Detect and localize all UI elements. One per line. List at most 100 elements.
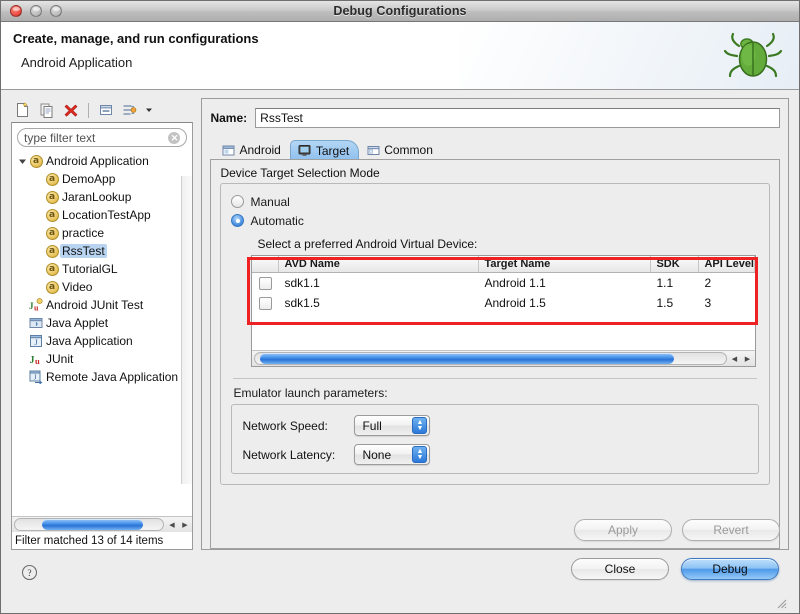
name-input[interactable]: RssTest <box>255 108 780 128</box>
tab-common[interactable]: Common <box>359 140 442 160</box>
resize-grip-icon[interactable] <box>773 595 787 612</box>
network-latency-stepper-icon[interactable]: ▲ ▼ <box>412 446 428 463</box>
avd-row-checkbox[interactable] <box>259 296 273 310</box>
zoom-button[interactable] <box>50 5 62 17</box>
avd-table-body: sdk1.1 Android 1.1 1.1 2 sdk1.5 Android 1.5 1.… <box>252 273 755 350</box>
tree-item-label: JaranLookup <box>62 190 132 204</box>
avd-table-header: AVD Name Target Name SDK API Level <box>252 256 755 273</box>
avd-col-sdk[interactable]: SDK <box>651 256 700 272</box>
tree-item[interactable]: a practice <box>12 224 192 242</box>
new-launch-configuration-button[interactable] <box>13 100 33 120</box>
revert-button[interactable]: Revert <box>682 519 780 541</box>
network-speed-stepper-icon[interactable]: ▲ ▼ <box>412 417 428 434</box>
tab-android-label: Android <box>239 143 281 157</box>
name-input-value: RssTest <box>260 111 303 125</box>
avd-row-avd-name: sdk1.5 <box>284 296 320 310</box>
tree-item[interactable]: J Remote Java Application <box>12 368 192 386</box>
radio-manual-indicator[interactable] <box>231 195 245 208</box>
network-latency-select[interactable]: None ▲ ▼ <box>354 444 431 465</box>
tree-horizontal-scrollbar[interactable]: ◀ ▶ <box>12 516 193 532</box>
footer-buttons: Close Debug <box>571 558 779 580</box>
help-question-icon[interactable]: ? <box>21 564 38 584</box>
avd-row-checkbox[interactable] <box>259 276 273 290</box>
tree-hscroll-track[interactable] <box>14 518 165 531</box>
android-icon: a <box>45 226 59 240</box>
android-icon: a <box>45 244 59 258</box>
tree-item[interactable]: a TutorialGL <box>12 260 192 278</box>
page-title: Create, manage, and run configurations <box>13 31 259 46</box>
network-speed-select[interactable]: Full ▲ ▼ <box>354 415 431 436</box>
filter-configurations-button[interactable] <box>120 100 140 120</box>
tree-item[interactable]: a RssTest <box>12 242 192 260</box>
collapse-all-button[interactable] <box>96 100 116 120</box>
tree-vertical-scrollbar[interactable] <box>181 176 193 484</box>
clear-search-icon[interactable]: ✕ <box>168 131 181 144</box>
window-titlebar: Debug Configurations <box>1 1 799 22</box>
tree-item[interactable]: Ju Android JUnit Test <box>12 296 192 314</box>
filter-dropdown-arrow-icon[interactable] <box>144 100 154 120</box>
tree-item[interactable]: Ju JUnit <box>12 350 192 368</box>
radio-automatic[interactable]: Automatic <box>231 211 759 230</box>
radio-manual[interactable]: Manual <box>231 192 759 211</box>
table-row[interactable]: sdk1.5 Android 1.5 1.5 3 <box>252 293 755 313</box>
java-applet-icon <box>29 316 43 330</box>
avd-select-label: Select a preferred Android Virtual Devic… <box>257 237 478 251</box>
tree-hscroll-left-arrow[interactable]: ◀ <box>165 518 178 531</box>
configurations-tree[interactable]: a Android Application a DemoApp a JaranLookup… <box>12 150 193 516</box>
tree-hscroll-right-arrow[interactable]: ▶ <box>178 518 191 531</box>
section-divider <box>233 378 757 379</box>
device-target-group: Manual Automatic Select a preferred Andr… <box>220 183 770 485</box>
tree-item[interactable]: J Java Application <box>12 332 192 350</box>
avd-hscroll-left-arrow[interactable]: ◀ <box>728 352 741 365</box>
twisty-expanded-icon[interactable] <box>16 157 29 166</box>
name-label: Name: <box>210 111 248 125</box>
search-input[interactable]: type filter text ✕ <box>17 128 188 147</box>
junit-android-icon: Ju <box>29 298 43 312</box>
tree-hscroll-thumb[interactable] <box>41 519 143 530</box>
tree-item-label: JUnit <box>46 352 74 366</box>
filter-status-text: Filter matched 13 of 14 items <box>12 532 193 549</box>
tree-item-label: Remote Java Application <box>46 370 179 384</box>
debug-button[interactable]: Debug <box>681 558 779 580</box>
close-button-footer[interactable]: Close <box>571 558 669 580</box>
tree-item[interactable]: Java Applet <box>12 314 192 332</box>
table-row[interactable]: sdk1.1 Android 1.1 1.1 2 <box>252 273 755 293</box>
tree-item[interactable]: a DemoApp <box>12 170 192 188</box>
avd-horizontal-scrollbar[interactable]: ◀ ▶ <box>252 350 755 366</box>
avd-hscroll-track[interactable] <box>254 352 727 365</box>
avd-row-sdk: 1.5 <box>656 296 674 310</box>
avd-hscroll-right-arrow[interactable]: ▶ <box>741 352 754 365</box>
traffic-light-group <box>10 5 62 17</box>
tree-item[interactable]: a Video <box>12 278 192 296</box>
android-icon: a <box>45 262 59 276</box>
junit-icon: Ju <box>29 352 43 366</box>
tree-item[interactable]: a JaranLookup <box>12 188 192 206</box>
avd-row-checkbox-cell[interactable] <box>252 273 279 293</box>
minimize-button[interactable] <box>30 5 42 17</box>
close-button[interactable] <box>10 5 22 17</box>
avd-table[interactable]: AVD Name Target Name SDK API Level sdk1.… <box>251 255 756 367</box>
tab-android[interactable]: Android <box>214 140 289 160</box>
tab-target[interactable]: Target <box>289 140 360 160</box>
tree-item-label: RssTest <box>60 244 107 258</box>
radio-automatic-indicator[interactable] <box>231 214 245 227</box>
android-icon: a <box>45 280 59 294</box>
avd-row-checkbox-cell[interactable] <box>252 293 279 313</box>
tree-item[interactable]: a LocationTestApp <box>12 206 192 224</box>
toolbar-separator <box>88 102 89 118</box>
tree-item-label: Android Application <box>46 154 149 168</box>
tree-item-label: Java Applet <box>46 316 109 330</box>
delete-configuration-button[interactable] <box>61 100 81 120</box>
avd-col-api-level[interactable]: API Level <box>699 256 755 272</box>
apply-button[interactable]: Apply <box>574 519 672 541</box>
avd-col-avd-name[interactable]: AVD Name <box>279 256 480 272</box>
avd-row-api-level: 3 <box>704 296 712 310</box>
avd-col-target-name[interactable]: Target Name <box>479 256 652 272</box>
avd-row-sdk: 1.1 <box>656 276 674 290</box>
avd-hscroll-thumb[interactable] <box>260 353 675 364</box>
tree-toolbar <box>11 98 193 122</box>
duplicate-configuration-button[interactable] <box>37 100 57 120</box>
tree-item[interactable]: a Android Application <box>12 152 192 170</box>
name-row: Name: RssTest <box>210 107 780 129</box>
configurations-tree-box: type filter text ✕ a Android Application a… <box>11 122 194 550</box>
